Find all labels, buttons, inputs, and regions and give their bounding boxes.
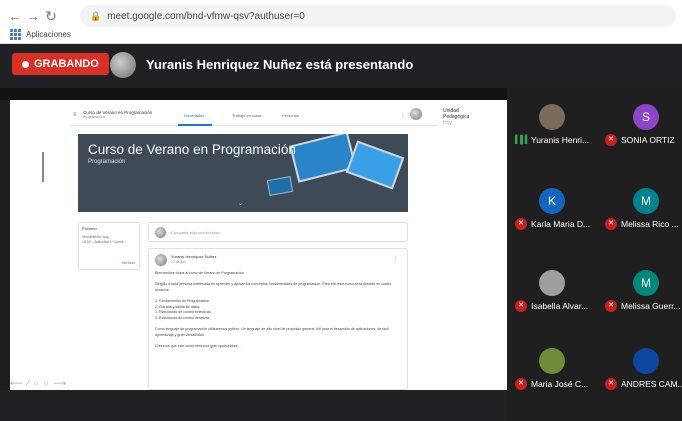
post-body-line: Creemos que este curso será una gran opo…	[155, 343, 241, 348]
bookmark-apps[interactable]: Aplicaciones	[26, 30, 71, 39]
address-bar[interactable]: 🔒 meet.google.com/bnd-vfmw-qsv?authuser=…	[80, 5, 676, 27]
participants-panel: ▍▌▍ Yuranis Henri... S ✕ SONIA ORTIZ K ✕ Karla …	[507, 88, 682, 421]
avatar	[633, 348, 659, 374]
mic-off-icon: ✕	[515, 378, 527, 390]
upcoming-title: Próximo	[82, 226, 97, 231]
announcement-post: Yuranis Henriquez Nuñez 17 de jun. ⋮ Bie…	[148, 248, 408, 390]
announce-box[interactable]: Comparte algo con tu clase	[148, 222, 408, 242]
mic-off-icon: ✕	[605, 378, 617, 390]
presentation-top-strip	[0, 88, 507, 100]
recording-label: GRABANDO	[34, 58, 99, 70]
presenting-text: Yuranis Henriquez Nuñez está presentando	[146, 57, 414, 72]
back-arrow-icon[interactable]: ←	[6, 8, 24, 24]
presenter-avatar	[110, 52, 136, 78]
mic-off-icon: ✕	[605, 134, 617, 146]
avatar	[155, 227, 166, 238]
participant-name: Karla Maria D...	[531, 219, 591, 229]
classroom-page: ≡ Curso de Verano en Programación Progra…	[70, 104, 438, 390]
lock-icon: 🔒	[90, 10, 102, 21]
banner-title: Curso de Verano en Programación	[88, 142, 296, 157]
meet-topbar: GRABANDO Yuranis Henriquez Nuñez está pr…	[0, 44, 682, 88]
participant-name: ANDRES CAM...	[621, 379, 682, 389]
banner-subtitle: Programación	[88, 159, 126, 165]
laptop-illustration	[289, 134, 357, 183]
announce-placeholder: Comparte algo con tu clase	[171, 230, 220, 235]
cursor-bar	[42, 152, 44, 182]
avatar	[155, 254, 167, 266]
avatar: S	[633, 104, 659, 130]
participant-name: SONIA ORTIZ	[621, 135, 675, 145]
participant-tile[interactable]: ✕ Isabella Alvar...	[509, 268, 597, 323]
course-banner: Curso de Verano en Programación Programa…	[78, 134, 408, 212]
avatar	[539, 270, 565, 296]
avatar: M	[633, 188, 659, 214]
post-date: 17 de jun.	[171, 260, 187, 264]
post-body: Bienvenidos todos al curso de Verano en …	[155, 271, 403, 349]
chevron-down-icon[interactable]: ⌄	[238, 200, 243, 207]
tab-personas[interactable]: Personas	[282, 113, 299, 118]
reload-icon[interactable]: ↻	[42, 8, 60, 25]
menu-icon[interactable]: ≡	[73, 112, 77, 118]
participant-name: Isabella Alvar...	[531, 301, 589, 311]
browser-nav: ← → ↻	[6, 6, 60, 26]
active-tab-indicator	[178, 124, 212, 126]
participant-name: Melissa Guerr...	[621, 301, 681, 311]
mic-off-icon: ✕	[515, 300, 527, 312]
participant-name: Yuranis Henri...	[531, 135, 590, 145]
post-body-line: Dirigido a toda persona interesada en ap…	[155, 282, 392, 292]
mic-off-icon: ✕	[515, 218, 527, 230]
presentation-left-margin	[10, 100, 60, 390]
tab-novedades[interactable]: Novedades	[184, 113, 204, 118]
browser-chrome: ← → ↻ 🔒 meet.google.com/bnd-vfmw-qsv?aut…	[0, 0, 682, 44]
participant-name: Melissa Rico ...	[621, 219, 679, 229]
classroom-header: ≡ Curso de Verano en Programación Progra…	[70, 104, 438, 126]
post-body-line: Como lenguaje de programación utilizarem…	[155, 326, 389, 337]
forward-arrow-icon[interactable]: →	[24, 8, 42, 24]
mic-off-icon: ✕	[605, 300, 617, 312]
avatar: K	[539, 188, 565, 214]
url-text: meet.google.com/bnd-vfmw-qsv?authuser=0	[107, 10, 305, 22]
participant-tile[interactable]: S ✕ SONIA ORTIZ	[599, 102, 682, 157]
participant-tile[interactable]: ▍▌▍ Yuranis Henri...	[509, 102, 597, 157]
participant-tile[interactable]: M ✕ Melissa Rico ...	[599, 186, 682, 241]
meet-window: GRABANDO Yuranis Henriquez Nuñez está pr…	[0, 44, 682, 421]
bookmarks-bar: Aplicaciones	[10, 29, 71, 40]
tablet-illustration	[266, 176, 294, 196]
participant-tile[interactable]: ✕ Maria José C...	[509, 346, 597, 401]
apps-grid-icon[interactable]	[10, 29, 21, 40]
mic-off-icon: ✕	[605, 218, 617, 230]
meet-bottom-bar	[0, 390, 507, 421]
speaking-icon: ▍▌▍	[515, 135, 531, 144]
recording-dot-icon	[22, 60, 29, 68]
avatar	[539, 348, 565, 374]
upcoming-item[interactable]: 15:00 – Actividad 1: Conce…	[82, 240, 136, 245]
participant-name: Maria José C...	[531, 379, 589, 389]
avatar	[539, 104, 565, 130]
avatar[interactable]	[410, 108, 422, 120]
classroom-course-name[interactable]: Curso de Verano en Programación Programa…	[83, 110, 152, 120]
presentation-area: ≡ Curso de Verano en Programación Progra…	[10, 100, 507, 390]
participant-tile[interactable]: ✕ ANDRES CAM...	[599, 346, 682, 401]
recording-badge: GRABANDO	[12, 53, 109, 75]
participant-tile[interactable]: M ✕ Melissa Guerr...	[599, 268, 682, 323]
laptop-illustration	[345, 140, 405, 190]
tab-trabajo-en-clase[interactable]: Trabajo en clase	[232, 113, 261, 118]
post-author: Yuranis Henriquez Nuñez	[171, 254, 217, 259]
upcoming-view-all-link[interactable]: Ver todo	[122, 261, 135, 265]
presentation-tools[interactable]: ⟵ ⁄ ○ ○ ⟶	[10, 378, 67, 389]
participant-tile[interactable]: K ✕ Karla Maria D...	[509, 186, 597, 241]
side-text: Unidad Pedagógica Hoy	[443, 108, 470, 126]
more-options-icon[interactable]: ⋮	[393, 255, 399, 262]
avatar: M	[633, 270, 659, 296]
upcoming-card: Próximo Vencimiento: hoy 15:00 – Activid…	[78, 222, 140, 270]
